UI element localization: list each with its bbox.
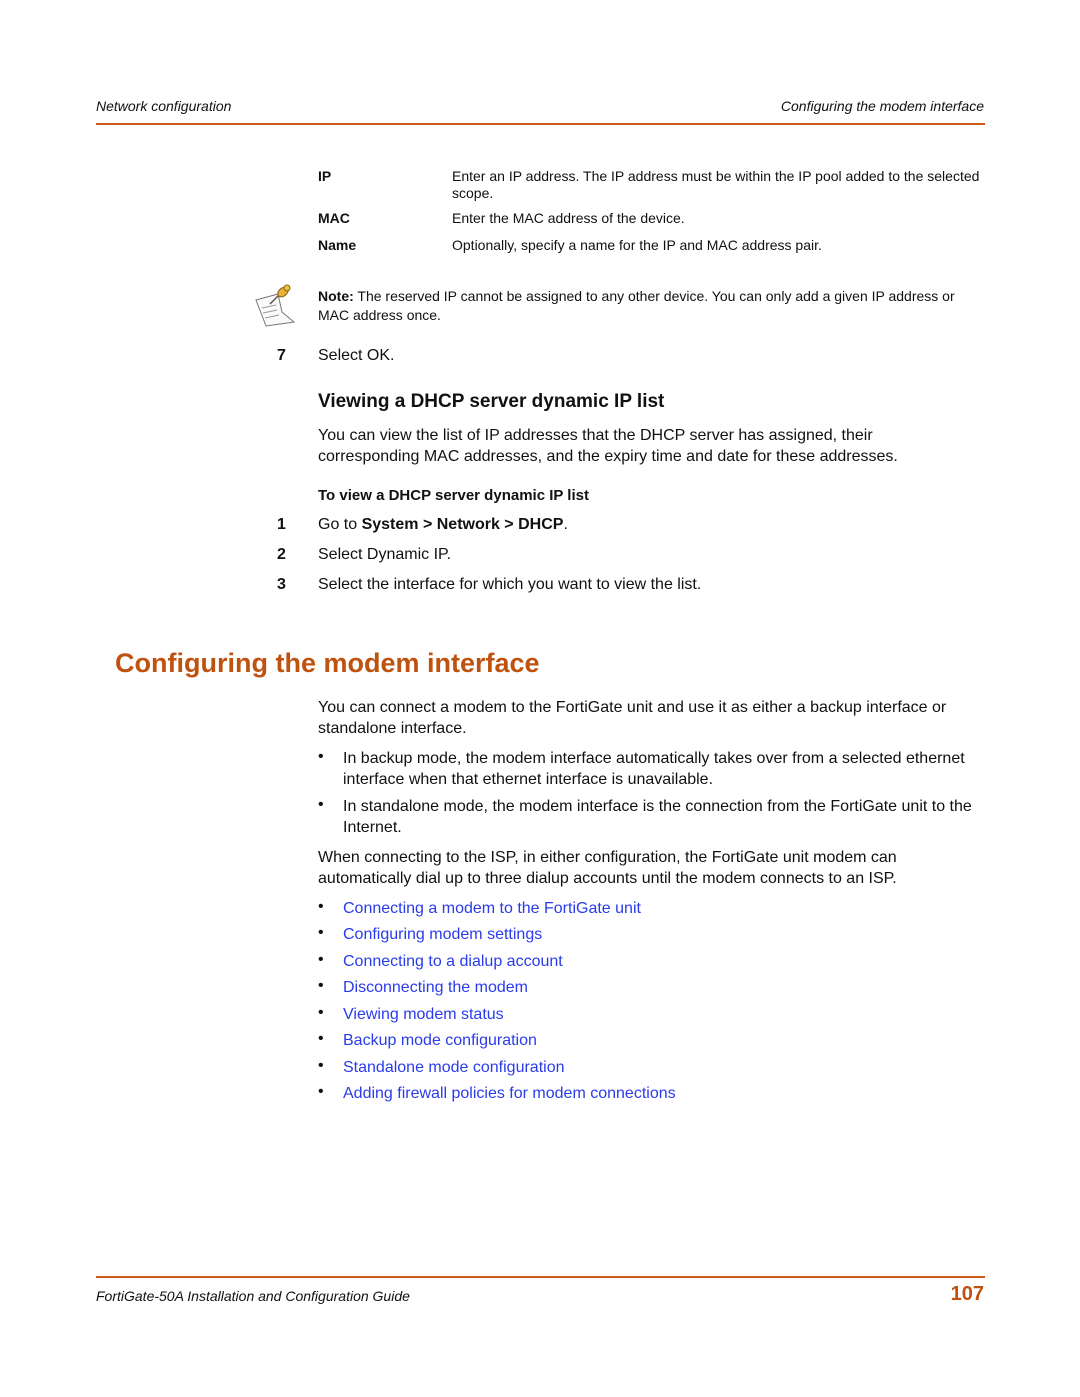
def-term-name: Name bbox=[318, 237, 357, 253]
def-term-ip: IP bbox=[318, 168, 332, 184]
bullet-icon: • bbox=[318, 748, 324, 765]
link-viewing-modem-status[interactable]: Viewing modem status bbox=[343, 1004, 988, 1025]
def-desc-mac: Enter the MAC address of the device. bbox=[452, 210, 685, 226]
note-label: Note: bbox=[318, 288, 354, 304]
bullet-icon: • bbox=[318, 1030, 324, 1047]
procedure-title: To view a DHCP server dynamic IP list bbox=[318, 487, 589, 504]
footer-rule bbox=[96, 1276, 985, 1278]
bullet-icon: • bbox=[318, 977, 324, 994]
step-text-prefix: Go to bbox=[318, 516, 362, 533]
bullet-icon: • bbox=[318, 898, 324, 915]
modem-bullet: In backup mode, the modem interface auto… bbox=[343, 750, 965, 788]
footer-guide-title: FortiGate-50A Installation and Configura… bbox=[96, 1288, 410, 1304]
step-text: Go to System > Network > DHCP. bbox=[318, 516, 568, 534]
step-number: 7 bbox=[277, 347, 286, 364]
modem-para: When connecting to the ISP, in either co… bbox=[318, 849, 897, 887]
page-number: 107 bbox=[950, 1283, 984, 1305]
bullet-icon: • bbox=[318, 924, 324, 941]
step-text: Select Dynamic IP. bbox=[318, 546, 452, 563]
def-desc-ip: Enter an IP address. The IP address must… bbox=[452, 168, 980, 201]
step-number: 3 bbox=[277, 576, 286, 593]
step-text: Select the interface for which you want … bbox=[318, 576, 702, 593]
bullet-icon: • bbox=[318, 951, 324, 968]
link-firewall-policies[interactable]: Adding firewall policies for modem conne… bbox=[343, 1083, 988, 1104]
header-rule bbox=[96, 123, 985, 125]
link-connecting-modem[interactable]: Connecting a modem to the FortiGate unit bbox=[343, 898, 988, 919]
modem-section-heading: Configuring the modem interface bbox=[115, 648, 540, 678]
link-dialup-account[interactable]: Connecting to a dialup account bbox=[343, 951, 988, 972]
bullet-icon: • bbox=[318, 1083, 324, 1100]
def-term-mac: MAC bbox=[318, 210, 350, 226]
step-number: 2 bbox=[277, 546, 286, 563]
dhcp-intro: You can view the list of IP addresses th… bbox=[318, 427, 898, 465]
def-desc-name: Optionally, specify a name for the IP an… bbox=[452, 237, 822, 253]
header-chapter-title: Configuring the modem interface bbox=[780, 98, 984, 114]
note-body: The reserved IP cannot be assigned to an… bbox=[318, 288, 955, 323]
bullet-icon: • bbox=[318, 1057, 324, 1074]
bullet-icon: • bbox=[318, 1004, 324, 1021]
menu-path: System > Network > DHCP bbox=[361, 516, 564, 533]
link-standalone-mode[interactable]: Standalone mode configuration bbox=[343, 1057, 988, 1078]
step-text: Select OK. bbox=[318, 347, 395, 364]
bullet-icon: • bbox=[318, 796, 324, 813]
modem-intro: You can connect a modem to the FortiGate… bbox=[318, 699, 947, 737]
step-number: 1 bbox=[277, 516, 286, 533]
link-disconnecting-modem[interactable]: Disconnecting the modem bbox=[343, 977, 988, 998]
note-pin-icon bbox=[252, 282, 300, 328]
header-section-title: Network configuration bbox=[96, 98, 232, 114]
modem-bullet: In standalone mode, the modem interface … bbox=[343, 798, 972, 836]
link-configuring-modem-settings[interactable]: Configuring modem settings bbox=[343, 924, 988, 945]
step-text-suffix: . bbox=[563, 516, 568, 533]
note-text: Note: The reserved IP cannot be assigned… bbox=[318, 287, 978, 325]
link-backup-mode[interactable]: Backup mode configuration bbox=[343, 1030, 988, 1051]
dhcp-section-heading: Viewing a DHCP server dynamic IP list bbox=[318, 391, 665, 412]
